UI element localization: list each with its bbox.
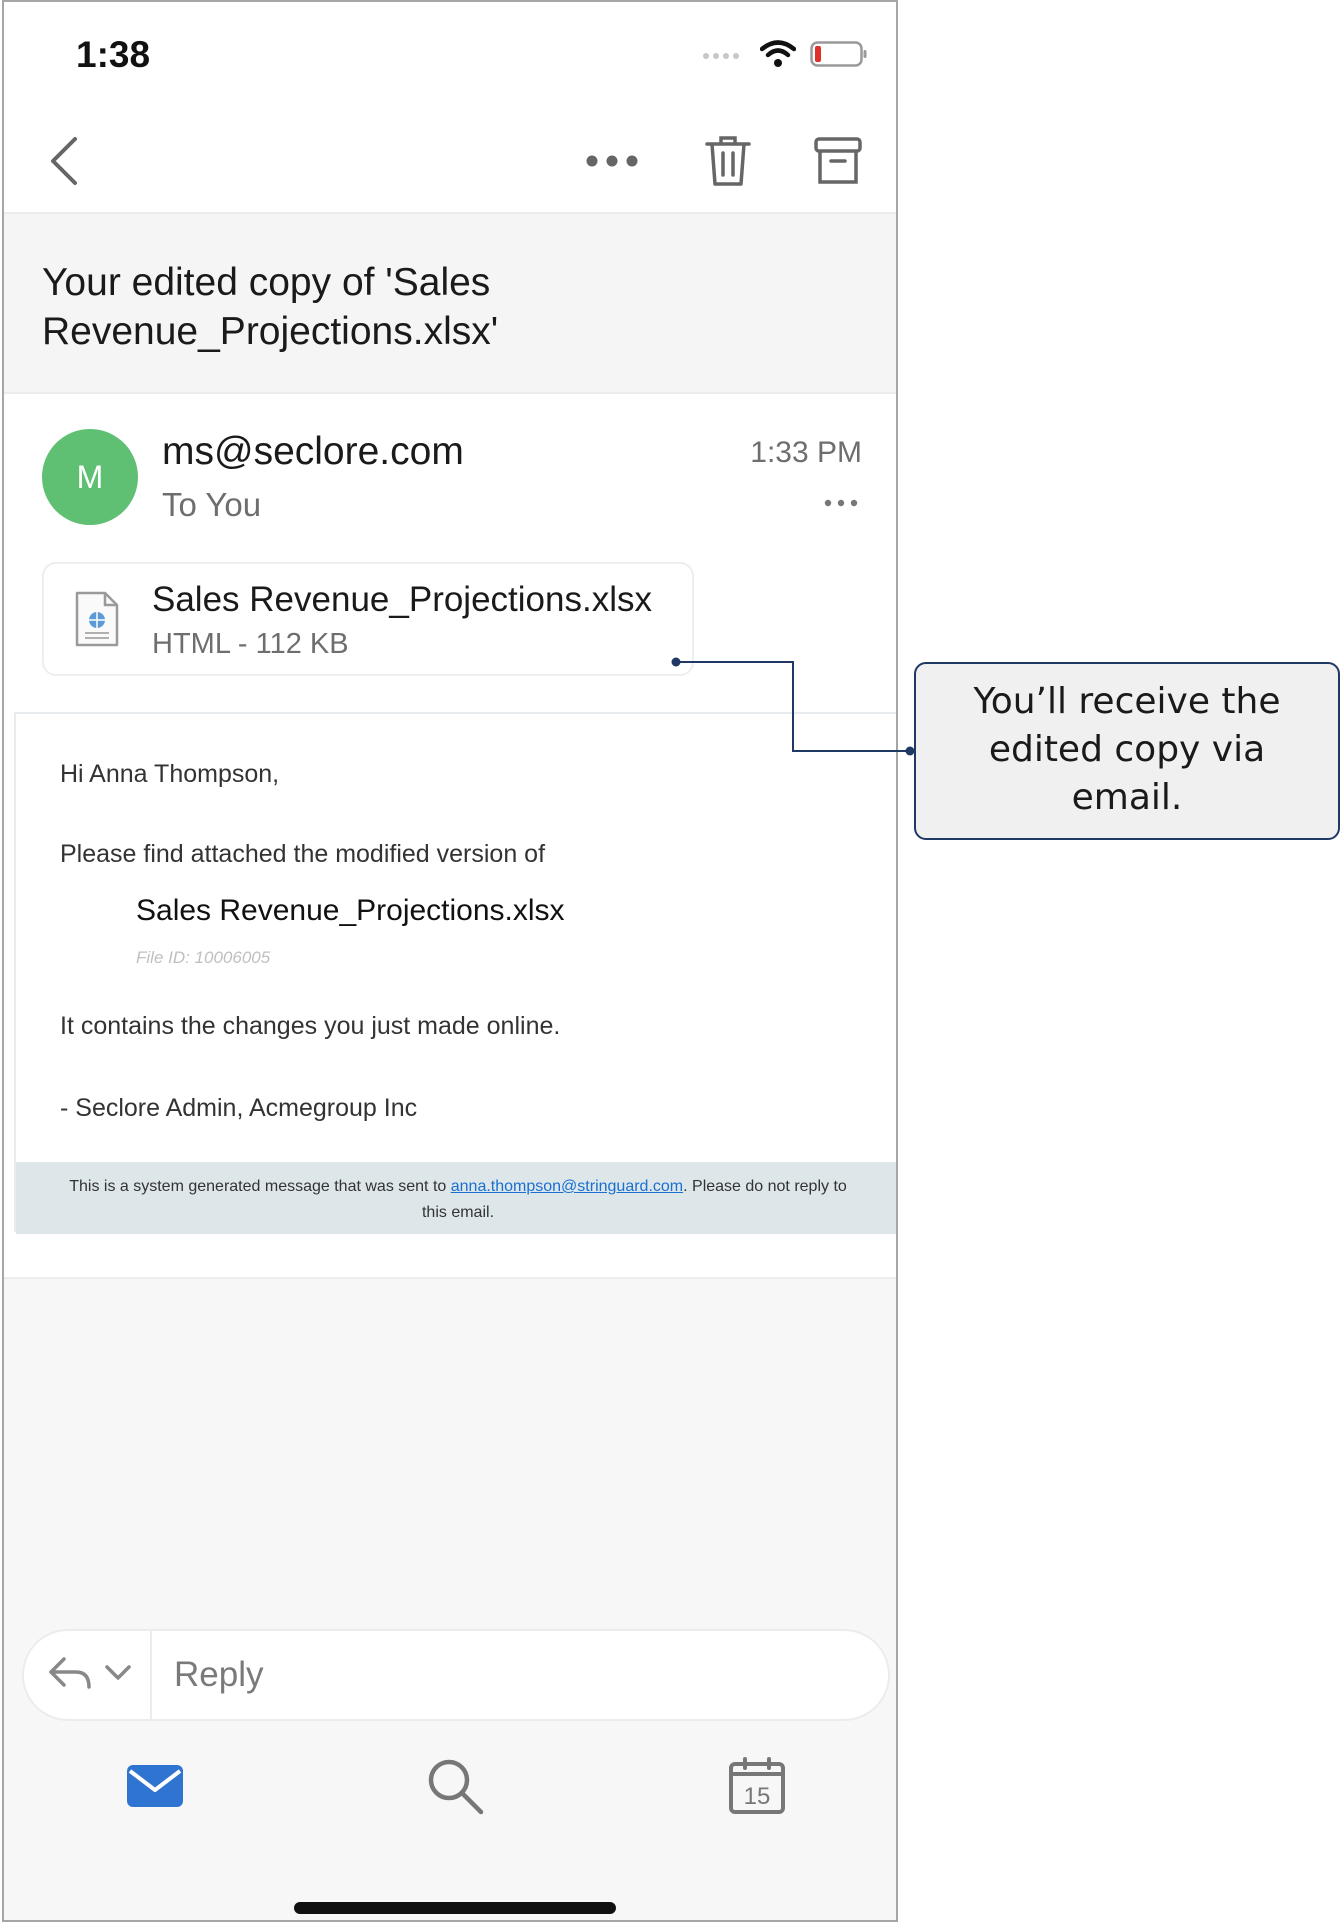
signature-text: - Seclore Admin, Acmegroup Inc — [60, 1094, 418, 1122]
email-body-card: Hi Anna Thompson, Please find attached t… — [14, 712, 896, 1234]
message-more-icon[interactable] — [824, 494, 858, 512]
signal-dots-icon — [702, 48, 746, 66]
back-chevron-icon[interactable] — [34, 131, 94, 191]
status-icons — [702, 40, 868, 73]
status-time: 1:38 — [76, 34, 151, 75]
avatar[interactable]: M — [42, 429, 138, 525]
bottom-area: Reply 15 — [4, 1277, 896, 1920]
calendar-icon[interactable]: 15 — [722, 1751, 792, 1821]
footer-prefix: This is a system generated message that … — [69, 1178, 447, 1195]
email-subject: Your edited copy of 'Sales Revenue_Proje… — [42, 261, 499, 353]
greeting-text: Hi Anna Thompson, — [60, 760, 280, 788]
search-icon[interactable] — [420, 1751, 490, 1821]
message-toolbar — [4, 107, 896, 212]
home-indicator — [294, 1902, 616, 1914]
more-horizontal-icon[interactable] — [582, 131, 642, 191]
reply-divider — [150, 1631, 152, 1719]
sender-email[interactable]: ms@seclore.com — [162, 430, 464, 474]
file-id-text: File ID: 10006005 — [136, 948, 271, 967]
received-time: 1:33 PM — [750, 436, 862, 469]
attachment-name: Sales Revenue_Projections.xlsx — [152, 580, 652, 619]
changes-text: It contains the changes you just made on… — [60, 1012, 561, 1040]
attachment-card[interactable]: Sales Revenue_Projections.xlsx HTML - 11… — [42, 562, 694, 676]
attachment-meta: HTML - 112 KB — [152, 628, 349, 660]
reply-options[interactable] — [46, 1653, 132, 1698]
mail-icon[interactable] — [120, 1751, 190, 1821]
trash-icon[interactable] — [698, 131, 758, 191]
html-file-icon — [74, 590, 120, 653]
phone-screen: 1:38 Your edited copy of 'Sales Revenue_… — [2, 0, 898, 1922]
archive-icon[interactable] — [808, 131, 868, 191]
footer-email-link[interactable]: anna.thompson@stringuard.com — [451, 1178, 683, 1195]
reply-bar[interactable]: Reply — [22, 1629, 890, 1721]
recipient-label: To You — [162, 486, 262, 523]
body-file-name: Sales Revenue_Projections.xlsx — [136, 894, 565, 927]
battery-low-icon — [810, 41, 868, 72]
wifi-icon — [759, 40, 797, 73]
intro-text: Please find attached the modified versio… — [60, 840, 546, 868]
status-bar: 1:38 — [4, 2, 896, 107]
calendar-day: 15 — [744, 1783, 771, 1810]
system-footer: This is a system generated message that … — [16, 1162, 896, 1234]
subject-band: Your edited copy of 'Sales Revenue_Proje… — [4, 212, 896, 394]
callout-box: You’ll receive the edited copy via email… — [914, 662, 1340, 840]
reply-input[interactable]: Reply — [174, 1655, 263, 1695]
reply-arrow-icon[interactable] — [46, 1653, 94, 1698]
callout-text: You’ll receive the edited copy via email… — [973, 681, 1281, 818]
chevron-down-icon[interactable] — [104, 1664, 132, 1687]
sender-row: M ms@seclore.com To You 1:33 PM — [4, 394, 896, 554]
